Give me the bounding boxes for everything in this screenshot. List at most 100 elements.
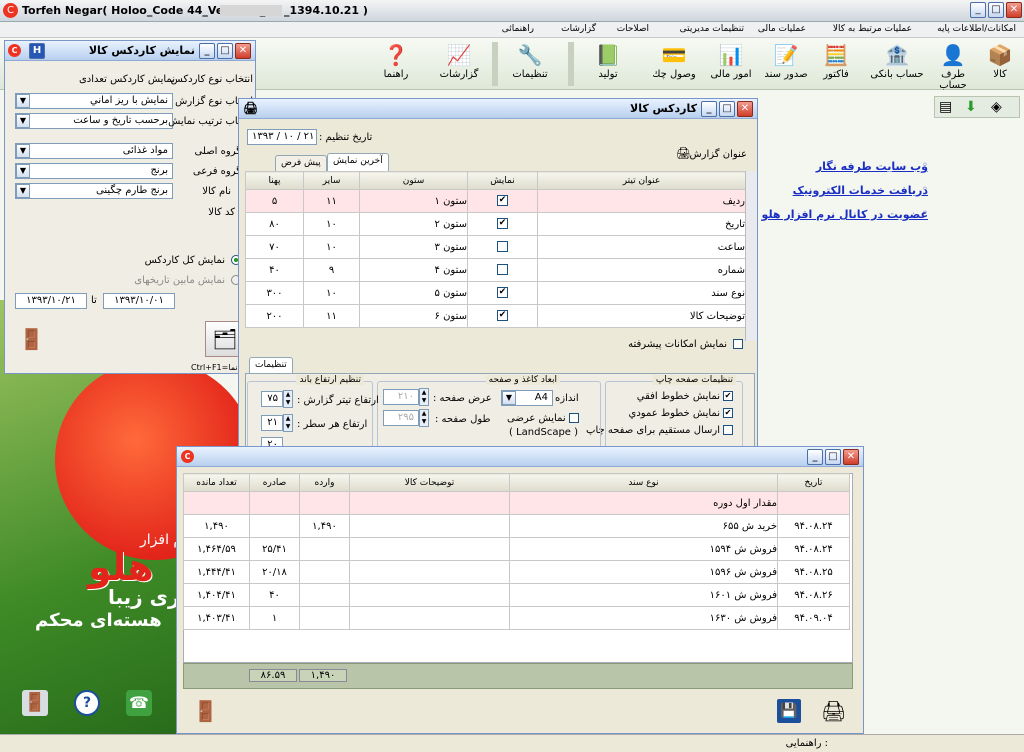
title-cell[interactable]: توضیحات کالا: [537, 304, 746, 328]
date-to-field[interactable]: ۱۳۹۳/۱۰/۲۱: [15, 293, 87, 309]
table-row[interactable]: ۳۰۰ ۱۰ ستون ۵ ✔ نوع سند: [245, 281, 746, 305]
table-row[interactable]: ۱,۴۰۴/۴۱۴۰فروش ش ۱۶۰۱۹۴.۰۸.۲۶٤: [183, 583, 850, 607]
table-row[interactable]: ۱,۴۹۰۱,۴۹۰خرید ش ۶۵۵۹۴.۰۸.۲۴۱: [183, 514, 850, 538]
maximize-button[interactable]: □: [988, 2, 1004, 18]
exit-door-icon[interactable]: 🚪: [22, 690, 48, 716]
column-cell[interactable]: ستون ۲: [359, 212, 468, 236]
toolbar-button-10[interactable]: ❓ راهنما: [374, 40, 418, 88]
toolbar-dropdown-icon[interactable]: [492, 42, 498, 86]
table-row[interactable]: ۱,۴۶۴/۵۹۲۵/۴۱فروش ش ۱۵۹۴۹۴.۰۸.۲۴۲: [183, 537, 850, 561]
menu-item-help[interactable]: راهنمائی: [502, 24, 534, 34]
column-cell[interactable]: ستون ۴: [359, 258, 468, 282]
exit-door-icon[interactable]: 🚪: [193, 699, 218, 723]
minimize-button[interactable]: _: [701, 101, 717, 117]
landscape-option[interactable]: نمایش عرضی: [507, 413, 579, 424]
chevron-down-icon[interactable]: ▼: [16, 184, 30, 198]
tab-default[interactable]: پیش فرض: [275, 155, 327, 171]
print-opt-horizontal[interactable]: ✔نمایش خطوط افقي: [637, 391, 733, 402]
title-height-field[interactable]: ۷۵: [261, 391, 283, 407]
save-icon[interactable]: 💾: [777, 699, 801, 723]
menu-item-reports[interactable]: گزارشات: [561, 24, 596, 34]
cube-icon[interactable]: ◈: [991, 99, 1002, 115]
row-height-field[interactable]: ۲۱: [261, 415, 283, 431]
other-cell[interactable]: ۱۰: [303, 235, 360, 259]
print-icon[interactable]: 🖨: [821, 699, 846, 723]
table-row[interactable]: ۱,۴۴۴/۴۱۲۰/۱۸فروش ش ۱۵۹۶۹۴.۰۸.۲۵۳: [183, 560, 850, 584]
other-cell[interactable]: ۹: [303, 258, 360, 282]
width-cell[interactable]: ۸۰: [245, 212, 304, 236]
menu-item-basic-info[interactable]: امکانات/اطلاعات پایه: [937, 24, 1016, 34]
show-cell[interactable]: ✔: [467, 212, 538, 236]
table-row[interactable]: ۱,۴۰۳/۴۱۱فروش ش ۱۶۳۰۹۴.۰۹.۰۴۵: [183, 606, 850, 630]
phone-icon[interactable]: ☎: [126, 690, 152, 716]
tab-last-view[interactable]: آخرین نمایش: [327, 153, 389, 171]
link-e-services[interactable]: دریافت خدمات الکترونیک: [793, 184, 928, 197]
close-button[interactable]: ✕: [843, 449, 859, 465]
title-cell[interactable]: تاریخ: [537, 212, 746, 236]
width-cell[interactable]: ۲۰۰: [245, 304, 304, 328]
link-website[interactable]: وب سایت طرفه نگار: [816, 160, 928, 173]
other-cell[interactable]: ۱۰: [303, 212, 360, 236]
show-cell[interactable]: ✔: [467, 304, 538, 328]
toolbar-button-2[interactable]: 🏦 حساب بانکی: [868, 40, 926, 88]
table-row[interactable]: ۷۰ ۱۰ ستون ۳ ساعت: [245, 235, 746, 259]
date-from-field[interactable]: ۱۳۹۳/۱۰/۰۱: [103, 293, 175, 309]
goods-name-select[interactable]: برنج طارم چگینی: [15, 183, 173, 199]
chevron-down-icon[interactable]: ▼: [16, 114, 30, 128]
other-cell[interactable]: ۱۰: [303, 281, 360, 305]
main-group-select[interactable]: مواد غذائی: [15, 143, 173, 159]
column-cell[interactable]: ستون ۶: [359, 304, 468, 328]
print-opt-direct[interactable]: ارسال مستقیم برای صفحه چاپ: [586, 425, 733, 436]
maximize-button[interactable]: □: [825, 449, 841, 465]
show-checkbox[interactable]: ✔: [497, 218, 508, 230]
table-scrollbar[interactable]: [745, 171, 757, 341]
column-cell[interactable]: ستون ۵: [359, 281, 468, 305]
report-type-select[interactable]: نمایش با ریز اماني: [15, 93, 173, 109]
minimize-button[interactable]: _: [807, 449, 823, 465]
show-cell[interactable]: ✔: [467, 281, 538, 305]
title-cell[interactable]: شماره: [537, 258, 746, 282]
minimize-button[interactable]: _: [199, 43, 215, 59]
table-row[interactable]: ۲۰۰ ۱۱ ستون ۶ ✔ توضیحات کالا: [245, 304, 746, 328]
title-height-spinner[interactable]: ▲ ▼: [283, 390, 293, 408]
maximize-button[interactable]: □: [217, 43, 233, 59]
chevron-down-icon[interactable]: ▼: [16, 94, 30, 108]
chevron-down-icon[interactable]: ▼: [16, 144, 30, 158]
toolbar-button-0[interactable]: 📦 کالا: [980, 40, 1020, 88]
help-h-button[interactable]: H: [29, 43, 45, 59]
link-channel[interactable]: عضویت در کانال نرم افزار هلو: [762, 208, 928, 221]
page-width-spinner[interactable]: ▲ ▼: [419, 388, 429, 406]
sub-group-select[interactable]: برنج: [15, 163, 173, 179]
close-button[interactable]: ✕: [235, 43, 251, 59]
show-checkbox[interactable]: ✔: [497, 195, 508, 207]
list-view-icon[interactable]: ▤: [939, 99, 952, 115]
column-cell[interactable]: ستون ۱: [359, 189, 468, 213]
column-cell[interactable]: ستون ۳: [359, 235, 468, 259]
other-cell[interactable]: ۱۱: [303, 304, 360, 328]
show-checkbox[interactable]: [497, 264, 508, 276]
show-cell[interactable]: ✔: [467, 189, 538, 213]
show-cell[interactable]: [467, 258, 538, 282]
sort-order-select[interactable]: برحسب تاریخ و ساعت: [15, 113, 173, 129]
help-circle-icon[interactable]: ?: [74, 690, 100, 716]
toolbar-button-6[interactable]: 💳 وصول چك: [646, 40, 702, 88]
toolbar-button-7[interactable]: 📗 تولید: [576, 40, 640, 88]
row-height-spinner[interactable]: ▲ ▼: [283, 414, 293, 432]
show-checkbox[interactable]: [497, 241, 508, 253]
exit-door-icon[interactable]: 🚪: [19, 327, 44, 351]
table-row[interactable]: ۴۰ ۹ ستون ۴ شماره: [245, 258, 746, 282]
toolbar-button-8[interactable]: 🔧 تنظیمات: [500, 40, 560, 88]
menu-item-admin-settings[interactable]: تنظیمات مدیریتی: [680, 24, 744, 34]
show-checkbox[interactable]: ✔: [497, 287, 508, 299]
other-cell[interactable]: ۱۱: [303, 189, 360, 213]
show-cell[interactable]: [467, 235, 538, 259]
page-height-field[interactable]: ۲۹۵: [383, 410, 419, 426]
close-button[interactable]: ✕: [737, 101, 753, 117]
show-checkbox[interactable]: ✔: [497, 310, 508, 322]
table-row[interactable]: ۵ ۱۱ ستون ۱ ✔ ردیف: [245, 189, 746, 213]
menu-item-corrections[interactable]: اصلاحات: [617, 24, 649, 34]
down-arrow-icon[interactable]: ⬇: [965, 99, 977, 115]
width-cell[interactable]: ۷۰: [245, 235, 304, 259]
toolbar-button-3[interactable]: 🧮 فاکتور: [814, 40, 858, 88]
width-cell[interactable]: ۳۰۰: [245, 281, 304, 305]
